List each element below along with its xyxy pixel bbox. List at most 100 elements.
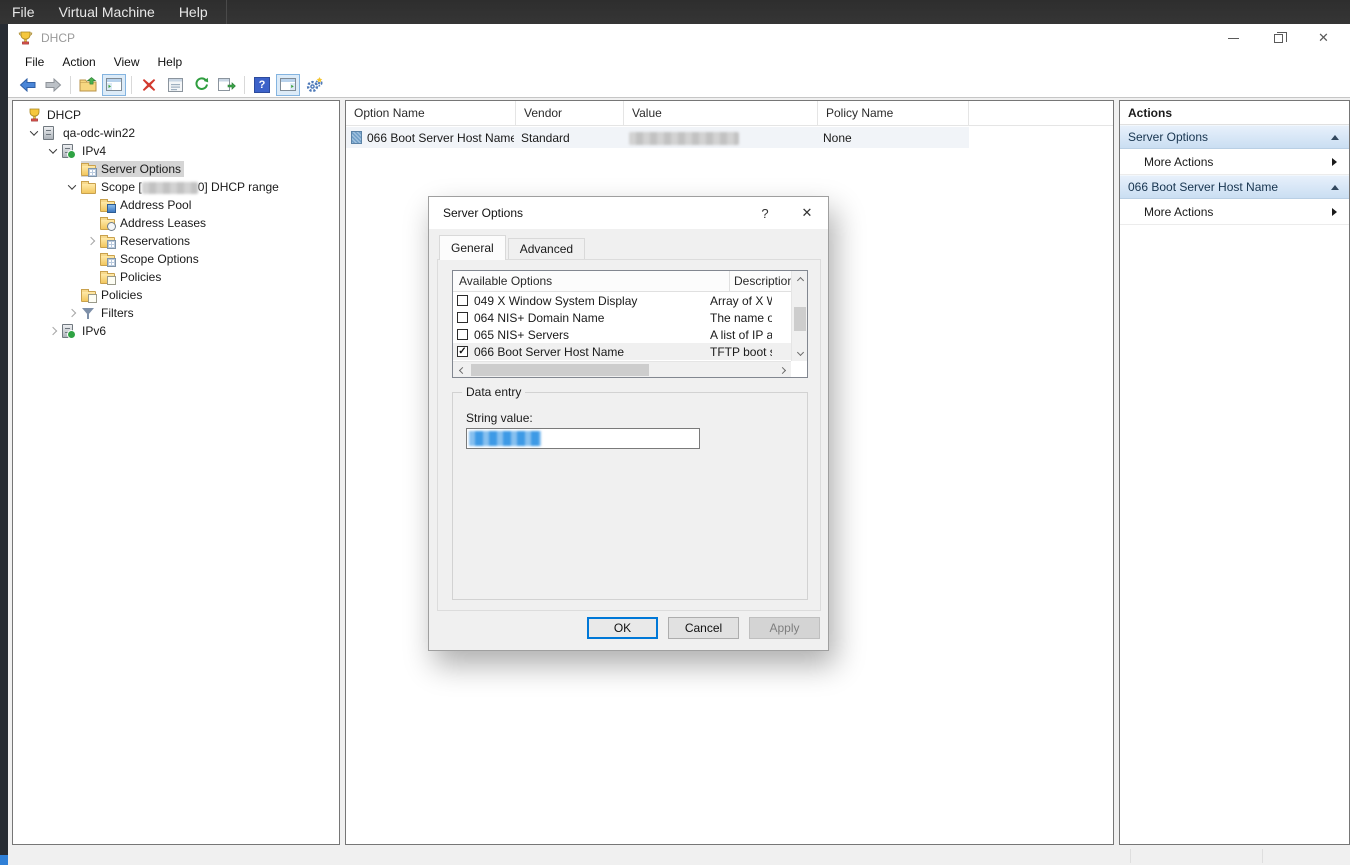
tab-general[interactable]: General: [439, 235, 506, 260]
option-row-065[interactable]: 065 NIS+ Servers A list of IP a: [453, 326, 807, 343]
tree-item-label: Scope Options: [117, 251, 202, 267]
server-check-icon: [62, 144, 79, 158]
checkbox-unchecked[interactable]: [457, 329, 468, 340]
chevron-collapsed-icon[interactable]: [82, 238, 100, 244]
vertical-scrollbar[interactable]: [791, 271, 807, 361]
checkbox-unchecked[interactable]: [457, 295, 468, 306]
more-actions-066-boot-server[interactable]: More Actions: [1120, 199, 1349, 225]
tab-advanced[interactable]: Advanced: [508, 238, 585, 259]
chevron-collapsed-icon[interactable]: [63, 310, 81, 316]
show-hide-console-tree-icon[interactable]: [102, 74, 126, 96]
guest-screen-edge: [0, 24, 8, 855]
forward-icon[interactable]: [41, 74, 65, 96]
tree-item-policies[interactable]: Policies: [13, 286, 339, 304]
apply-button[interactable]: Apply: [749, 617, 820, 639]
horizontal-scroll-thumb[interactable]: [471, 364, 649, 376]
submenu-arrow-icon: [1332, 208, 1337, 216]
chevron-expanded-icon[interactable]: [44, 148, 62, 154]
minimize-button[interactable]: [1211, 24, 1256, 52]
horizontal-scrollbar[interactable]: [453, 361, 791, 377]
cell-policy-name: None: [816, 131, 967, 145]
vm-menu-help[interactable]: Help: [167, 0, 220, 24]
tree-item-dhcp-root[interactable]: DHCP: [13, 106, 339, 124]
tree-item-server[interactable]: qa-odc-win22: [13, 124, 339, 142]
properties-icon[interactable]: [163, 74, 187, 96]
option-label: 064 NIS+ Domain Name: [474, 311, 604, 325]
table-row[interactable]: 066 Boot Server Host Name Standard None: [346, 127, 969, 148]
tree-item-scope-policies[interactable]: Policies: [13, 268, 339, 286]
option-row-049[interactable]: 049 X Window System Display Array of X W: [453, 292, 807, 309]
scroll-up-icon[interactable]: [792, 271, 808, 287]
column-header-value[interactable]: Value: [624, 101, 818, 126]
dhcp-trophy-icon: [27, 108, 44, 122]
checkbox-checked[interactable]: [457, 346, 468, 357]
chevron-expanded-icon[interactable]: [25, 130, 43, 136]
actions-section-066-boot-server[interactable]: 066 Boot Server Host Name: [1120, 175, 1349, 199]
data-entry-group-label: Data entry: [462, 385, 525, 399]
cancel-button[interactable]: Cancel: [668, 617, 739, 639]
chevron-expanded-icon[interactable]: [63, 184, 81, 190]
column-header-available-options[interactable]: Available Options: [453, 271, 730, 291]
actions-section-label: Server Options: [1128, 130, 1208, 144]
column-header-policy-name[interactable]: Policy Name: [818, 101, 969, 126]
cell-option-name: 066 Boot Server Host Name: [362, 131, 514, 145]
services-icon[interactable]: [302, 74, 326, 96]
tree-item-label: Address Pool: [117, 197, 194, 213]
dialog-close-button[interactable]: ✕: [786, 197, 828, 229]
tree-item-scope[interactable]: Scope [0] DHCP range: [13, 178, 339, 196]
folder-grid-icon: [100, 234, 117, 248]
tree-item-address-pool[interactable]: Address Pool: [13, 196, 339, 214]
column-header-vendor[interactable]: Vendor: [516, 101, 624, 126]
tree-item-ipv4[interactable]: IPv4: [13, 142, 339, 160]
actions-section-server-options[interactable]: Server Options: [1120, 125, 1349, 149]
refresh-icon[interactable]: [189, 74, 213, 96]
up-one-level-icon[interactable]: [76, 74, 100, 96]
option-description: Array of X W: [710, 294, 772, 308]
show-hide-action-pane-icon[interactable]: [276, 74, 300, 96]
tree-item-filters[interactable]: Filters: [13, 304, 339, 322]
folder-pool-icon: [100, 198, 117, 212]
scroll-down-icon[interactable]: [792, 345, 808, 361]
close-button[interactable]: ✕: [1301, 24, 1346, 52]
option-row-066[interactable]: 066 Boot Server Host Name TFTP boot s: [453, 343, 807, 360]
vertical-scroll-thumb[interactable]: [794, 307, 806, 331]
tab-page-general: Available Options Description 049 X Wind…: [437, 259, 821, 611]
scroll-right-icon[interactable]: [775, 362, 791, 378]
tree-item-ipv6[interactable]: IPv6: [13, 322, 339, 340]
delete-icon[interactable]: [137, 74, 161, 96]
available-options-list: Available Options Description 049 X Wind…: [452, 270, 808, 378]
vm-menubar-separator: [226, 0, 227, 24]
dialog-tabs: General Advanced: [439, 235, 587, 259]
tree-item-label: Filters: [98, 305, 137, 321]
collapse-icon[interactable]: [1331, 185, 1339, 190]
ok-button[interactable]: OK: [587, 617, 658, 639]
redacted-scope-ip: [142, 182, 198, 194]
help-icon[interactable]: ?: [250, 74, 274, 96]
scroll-left-icon[interactable]: [453, 362, 469, 378]
menu-action[interactable]: Action: [53, 52, 104, 72]
tree-item-scope-options[interactable]: Scope Options: [13, 250, 339, 268]
checkbox-unchecked[interactable]: [457, 312, 468, 323]
export-list-icon[interactable]: [215, 74, 239, 96]
tree-item-label-selected: Server Options: [98, 161, 184, 177]
vm-menu-virtual-machine[interactable]: Virtual Machine: [47, 0, 167, 24]
option-description: TFTP boot s: [710, 345, 772, 359]
tree-item-reservations[interactable]: Reservations: [13, 232, 339, 250]
dialog-help-button[interactable]: ?: [744, 197, 786, 229]
actions-section-label: 066 Boot Server Host Name: [1128, 180, 1278, 194]
more-actions-server-options[interactable]: More Actions: [1120, 149, 1349, 175]
submenu-arrow-icon: [1332, 158, 1337, 166]
back-icon[interactable]: [15, 74, 39, 96]
menu-file[interactable]: File: [16, 52, 53, 72]
menu-help[interactable]: Help: [149, 52, 192, 72]
menu-view[interactable]: View: [105, 52, 149, 72]
tree-item-server-options[interactable]: Server Options: [13, 160, 339, 178]
chevron-collapsed-icon[interactable]: [44, 328, 62, 334]
tree-item-address-leases[interactable]: Address Leases: [13, 214, 339, 232]
restore-button[interactable]: [1256, 24, 1301, 52]
string-value-input[interactable]: [466, 428, 700, 449]
option-row-064[interactable]: 064 NIS+ Domain Name The name o: [453, 309, 807, 326]
collapse-icon[interactable]: [1331, 135, 1339, 140]
vm-menu-file[interactable]: File: [0, 0, 47, 24]
column-header-option-name[interactable]: Option Name: [346, 101, 516, 126]
